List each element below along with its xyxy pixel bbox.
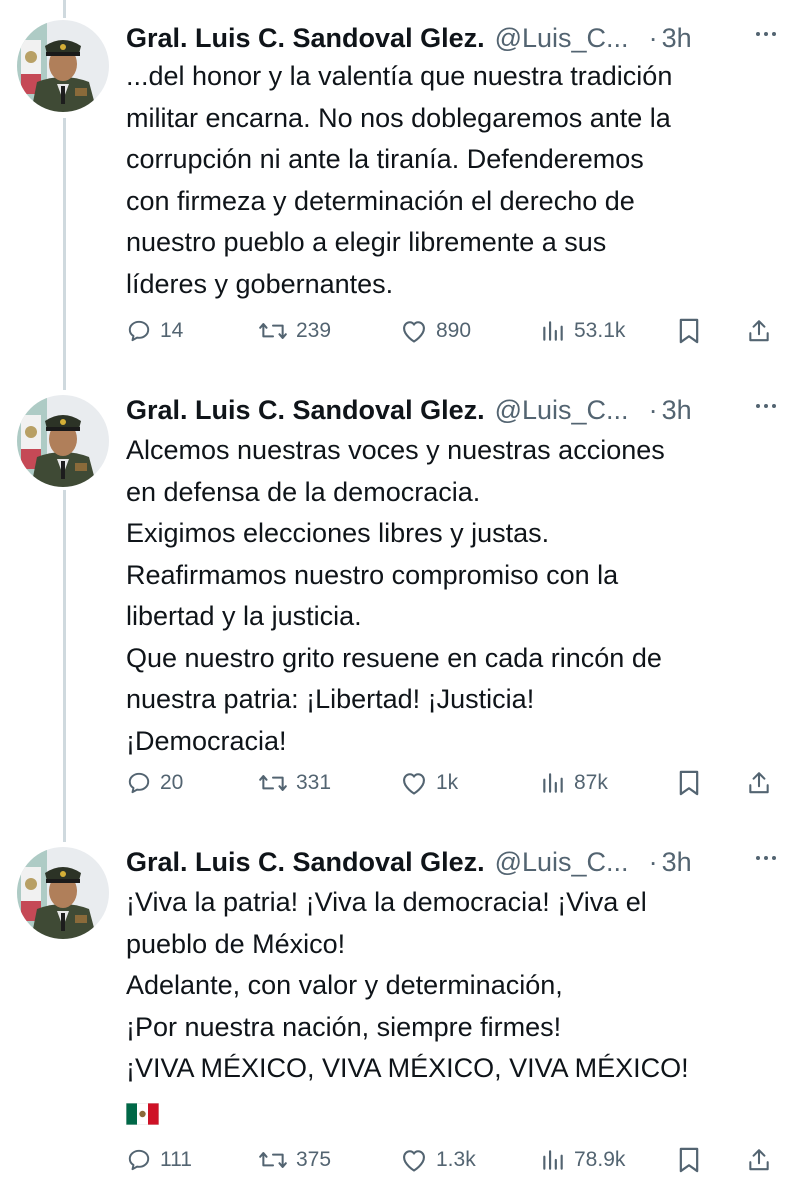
heart-icon	[400, 770, 428, 796]
share-button[interactable]	[746, 765, 772, 801]
author-handle[interactable]: @Luis_C...	[495, 395, 629, 426]
tweet-text-line: nuestro pueblo a elegir libremente a sus	[126, 227, 607, 257]
tweet-text-line: Reafirmamos nuestro compromiso con la	[126, 559, 619, 590]
repost-button[interactable]: 239	[258, 313, 331, 349]
tweet-text-line: en defensa de la democracia.	[126, 476, 481, 507]
tweet-header: Gral. Luis C. Sandoval Glez. @Luis_C... …	[126, 390, 794, 430]
tweet-text-line: con firmeza y determinación el derecho d…	[126, 185, 635, 216]
tweet[interactable]: Gral. Luis C. Sandoval Glez. @Luis_C... …	[0, 390, 794, 840]
heart-icon	[400, 318, 428, 344]
tweet-text: ¡Viva la patria! ¡Viva la democracia! ¡V…	[126, 882, 774, 1131]
reply-button[interactable]: 14	[126, 313, 183, 349]
tweet-text-line: militar encarna. No nos doblegaremos ant…	[126, 102, 671, 133]
repost-button[interactable]: 375	[258, 1142, 331, 1178]
bookmark-button[interactable]	[677, 1142, 701, 1178]
more-options-icon[interactable]	[756, 404, 776, 408]
tweet-text-line: pueblo de México!	[126, 928, 346, 959]
like-button[interactable]: 1.3k	[400, 1142, 476, 1178]
tweet-text: ...del honor y la valentía que nuestra t…	[126, 56, 774, 305]
reply-icon	[126, 318, 152, 344]
separator: ·	[648, 22, 658, 53]
more-options-icon[interactable]	[756, 856, 776, 860]
tweet-text-line: líderes y gobernantes.	[126, 268, 394, 299]
tweet-actions: 14 239 890 53.1k	[126, 313, 794, 349]
timestamp[interactable]: 3h	[662, 23, 692, 54]
repost-icon	[258, 770, 288, 796]
reply-icon	[126, 1147, 152, 1173]
repost-button[interactable]: 331	[258, 765, 331, 801]
heart-icon	[400, 1147, 428, 1173]
tweet-text-line: ¡VIVA MÉXICO, VIVA MÉXICO, VIVA MÉXICO!	[126, 1053, 689, 1083]
reply-icon	[126, 770, 152, 796]
bookmark-button[interactable]	[677, 765, 701, 801]
views-count: 53.1k	[574, 319, 626, 342]
reply-count: 111	[160, 1148, 192, 1171]
bar-chart-icon	[540, 1147, 566, 1173]
bookmark-icon	[677, 769, 701, 797]
tweet-actions: 111 375 1.3k 78.9k	[126, 1142, 794, 1178]
tweet[interactable]: Gral. Luis C. Sandoval Glez. @Luis_C... …	[0, 842, 794, 1200]
bookmark-button[interactable]	[677, 313, 701, 349]
share-button[interactable]	[746, 1142, 772, 1178]
timestamp[interactable]: 3h	[662, 847, 692, 878]
like-button[interactable]: 1k	[400, 765, 458, 801]
repost-icon	[258, 318, 288, 344]
like-button[interactable]: 890	[400, 313, 471, 349]
timestamp[interactable]: 3h	[662, 395, 692, 426]
tweet-text-line: ¡Democracia!	[126, 725, 287, 756]
views-count: 87k	[574, 771, 608, 794]
repost-icon	[258, 1147, 288, 1173]
share-icon	[746, 317, 772, 345]
tweet[interactable]: Gral. Luis C. Sandoval Glez. @Luis_C... …	[0, 18, 794, 378]
tweet-text-line: ¡Viva la patria! ¡Viva la democracia! ¡V…	[126, 887, 647, 917]
tweet-text-line: Que nuestro grito resuene en cada rincón…	[126, 642, 662, 673]
bar-chart-icon	[540, 318, 566, 344]
share-button[interactable]	[746, 313, 772, 349]
repost-count: 331	[296, 771, 332, 794]
views-count: 78.9k	[574, 1148, 626, 1171]
tweet-text-line: libertad y la justicia.	[126, 601, 362, 631]
more-options-icon[interactable]	[756, 32, 776, 36]
avatar[interactable]	[17, 20, 109, 112]
avatar[interactable]	[17, 395, 109, 487]
views-button[interactable]: 53.1k	[540, 313, 625, 349]
tweet-header: Gral. Luis C. Sandoval Glez. @Luis_C... …	[126, 18, 794, 58]
author-handle[interactable]: @Luis_C...	[495, 23, 629, 54]
reply-button[interactable]: 111	[126, 1142, 192, 1178]
separator: ·	[648, 394, 658, 425]
tweet-text-line: Exigimos elecciones libres y justas.	[126, 518, 550, 548]
author-handle[interactable]: @Luis_C...	[495, 847, 629, 878]
tweet-text-line: ...del honor y la valentía que nuestra t…	[126, 61, 673, 91]
like-count: 1k	[436, 771, 459, 794]
reply-button[interactable]: 20	[126, 765, 183, 801]
like-count: 890	[436, 319, 472, 342]
author-name[interactable]: Gral. Luis C. Sandoval Glez.	[126, 847, 485, 878]
author-name[interactable]: Gral. Luis C. Sandoval Glez.	[126, 23, 485, 54]
tweet-text-line: corrupción ni ante la tiranía. Defendere…	[126, 144, 644, 174]
share-icon	[746, 769, 772, 797]
avatar[interactable]	[17, 847, 109, 939]
reply-count: 20	[160, 771, 184, 794]
share-icon	[746, 1146, 772, 1174]
bookmark-icon	[677, 317, 701, 345]
like-count: 1.3k	[436, 1148, 476, 1171]
separator: ·	[648, 846, 658, 877]
reply-count: 14	[160, 319, 184, 342]
tweet-text: Alcemos nuestras voces y nuestras accion…	[126, 430, 774, 762]
thread-connector	[63, 0, 66, 18]
tweet-text-line: ¡Por nuestra nación, siempre firmes!	[126, 1011, 562, 1042]
tweet-actions: 20 331 1k 87k	[126, 765, 794, 801]
tweet-text-line: Adelante, con valor y determinación,	[126, 970, 563, 1000]
views-button[interactable]: 78.9k	[540, 1142, 625, 1178]
repost-count: 375	[296, 1148, 332, 1171]
bar-chart-icon	[540, 770, 566, 796]
mexico-flag-emoji	[126, 1090, 774, 1132]
author-name[interactable]: Gral. Luis C. Sandoval Glez.	[126, 395, 485, 426]
bookmark-icon	[677, 1146, 701, 1174]
views-button[interactable]: 87k	[540, 765, 608, 801]
repost-count: 239	[296, 319, 332, 342]
tweet-text-line: Alcemos nuestras voces y nuestras accion…	[126, 435, 665, 465]
tweet-text-line: nuestra patria: ¡Libertad! ¡Justicia!	[126, 684, 535, 714]
tweet-header: Gral. Luis C. Sandoval Glez. @Luis_C... …	[126, 842, 794, 882]
